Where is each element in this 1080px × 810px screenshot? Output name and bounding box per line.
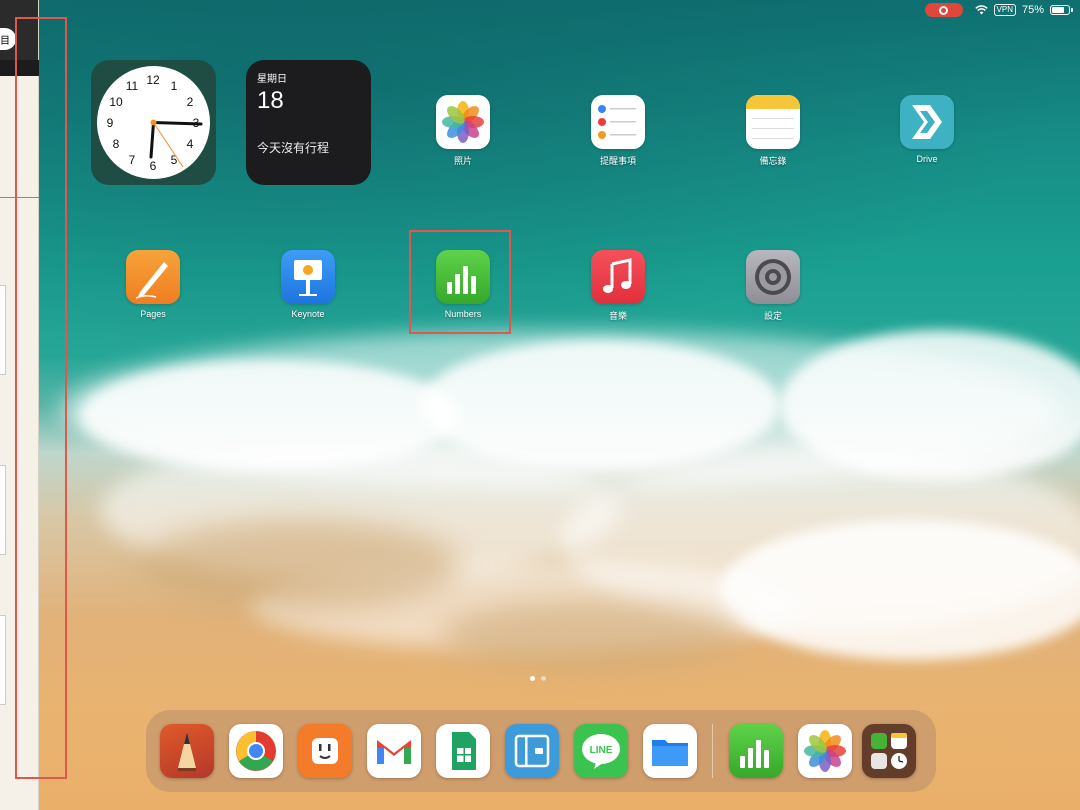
- app-photos[interactable]: 照片: [423, 95, 503, 167]
- reminders-icon: [591, 95, 645, 149]
- pencil-app-icon[interactable]: [160, 724, 214, 778]
- calendar-date: 18: [257, 87, 284, 114]
- wallet-app-icon[interactable]: [505, 724, 559, 778]
- chrome-icon[interactable]: [229, 724, 283, 778]
- side-panel-badge[interactable]: 目: [0, 28, 16, 50]
- calendar-widget[interactable]: 星期日 18 今天沒有行程: [246, 60, 371, 185]
- pages-icon: [126, 250, 180, 304]
- gmail-icon[interactable]: [367, 724, 421, 778]
- app-label: 音樂: [608, 311, 627, 321]
- keynote-icon: [281, 250, 335, 304]
- status-bar: VPN 75%: [924, 0, 1080, 20]
- settings-gear-icon: [746, 250, 800, 304]
- app-label: Keynote: [291, 309, 325, 319]
- app-music[interactable]: 音樂: [578, 250, 658, 322]
- wifi-icon: [974, 5, 988, 15]
- app-settings[interactable]: 設定: [733, 250, 813, 322]
- app-label: Pages: [140, 309, 166, 319]
- clock-face: 12 1 2 3 4 5 6 7 8 9 10 11: [97, 66, 210, 179]
- calendar-empty-text: 今天沒有行程: [257, 141, 330, 155]
- page-indicator[interactable]: [530, 676, 546, 681]
- app-pages[interactable]: Pages: [113, 250, 193, 319]
- clock-widget[interactable]: 12 1 2 3 4 5 6 7 8 9 10 11: [91, 60, 216, 185]
- page-dot-active: [530, 676, 535, 681]
- numbers-highlight-box: [409, 230, 511, 334]
- app-label: 照片: [453, 156, 472, 166]
- screen-recording-indicator[interactable]: [924, 3, 963, 17]
- app-label: 設定: [763, 311, 782, 321]
- google-sheets-icon[interactable]: [436, 724, 490, 778]
- calendar-weekday: 星期日: [257, 74, 287, 85]
- app-keynote[interactable]: Keynote: [268, 250, 348, 319]
- music-icon: [591, 250, 645, 304]
- battery-percent: 75%: [1021, 4, 1044, 16]
- app-library-icon[interactable]: [862, 724, 916, 778]
- numbers-icon[interactable]: [729, 724, 783, 778]
- app-drive[interactable]: Drive: [887, 95, 967, 164]
- dock: LINE: [146, 710, 936, 792]
- clock-hands: [149, 119, 203, 168]
- battery-icon: [1050, 5, 1073, 15]
- notes-icon: [746, 95, 800, 149]
- drive-icon: [900, 95, 954, 149]
- app-label: 備忘錄: [759, 156, 787, 166]
- photos-icon: [436, 95, 490, 149]
- vpn-badge: VPN: [993, 4, 1016, 16]
- page-dot: [541, 676, 546, 681]
- photos-icon[interactable]: [798, 724, 852, 778]
- side-panel-highlight-box: [15, 17, 67, 779]
- line-icon[interactable]: LINE: [574, 724, 628, 778]
- files-icon[interactable]: [643, 724, 697, 778]
- dock-divider: [712, 724, 713, 778]
- app-label: 提醒事項: [599, 156, 636, 166]
- app-reminders[interactable]: 提醒事項: [578, 95, 658, 167]
- app-label: Drive: [916, 154, 938, 164]
- app-notes[interactable]: 備忘錄: [733, 95, 813, 167]
- line-icon-text: LINE: [590, 745, 613, 756]
- plug-app-icon[interactable]: [298, 724, 352, 778]
